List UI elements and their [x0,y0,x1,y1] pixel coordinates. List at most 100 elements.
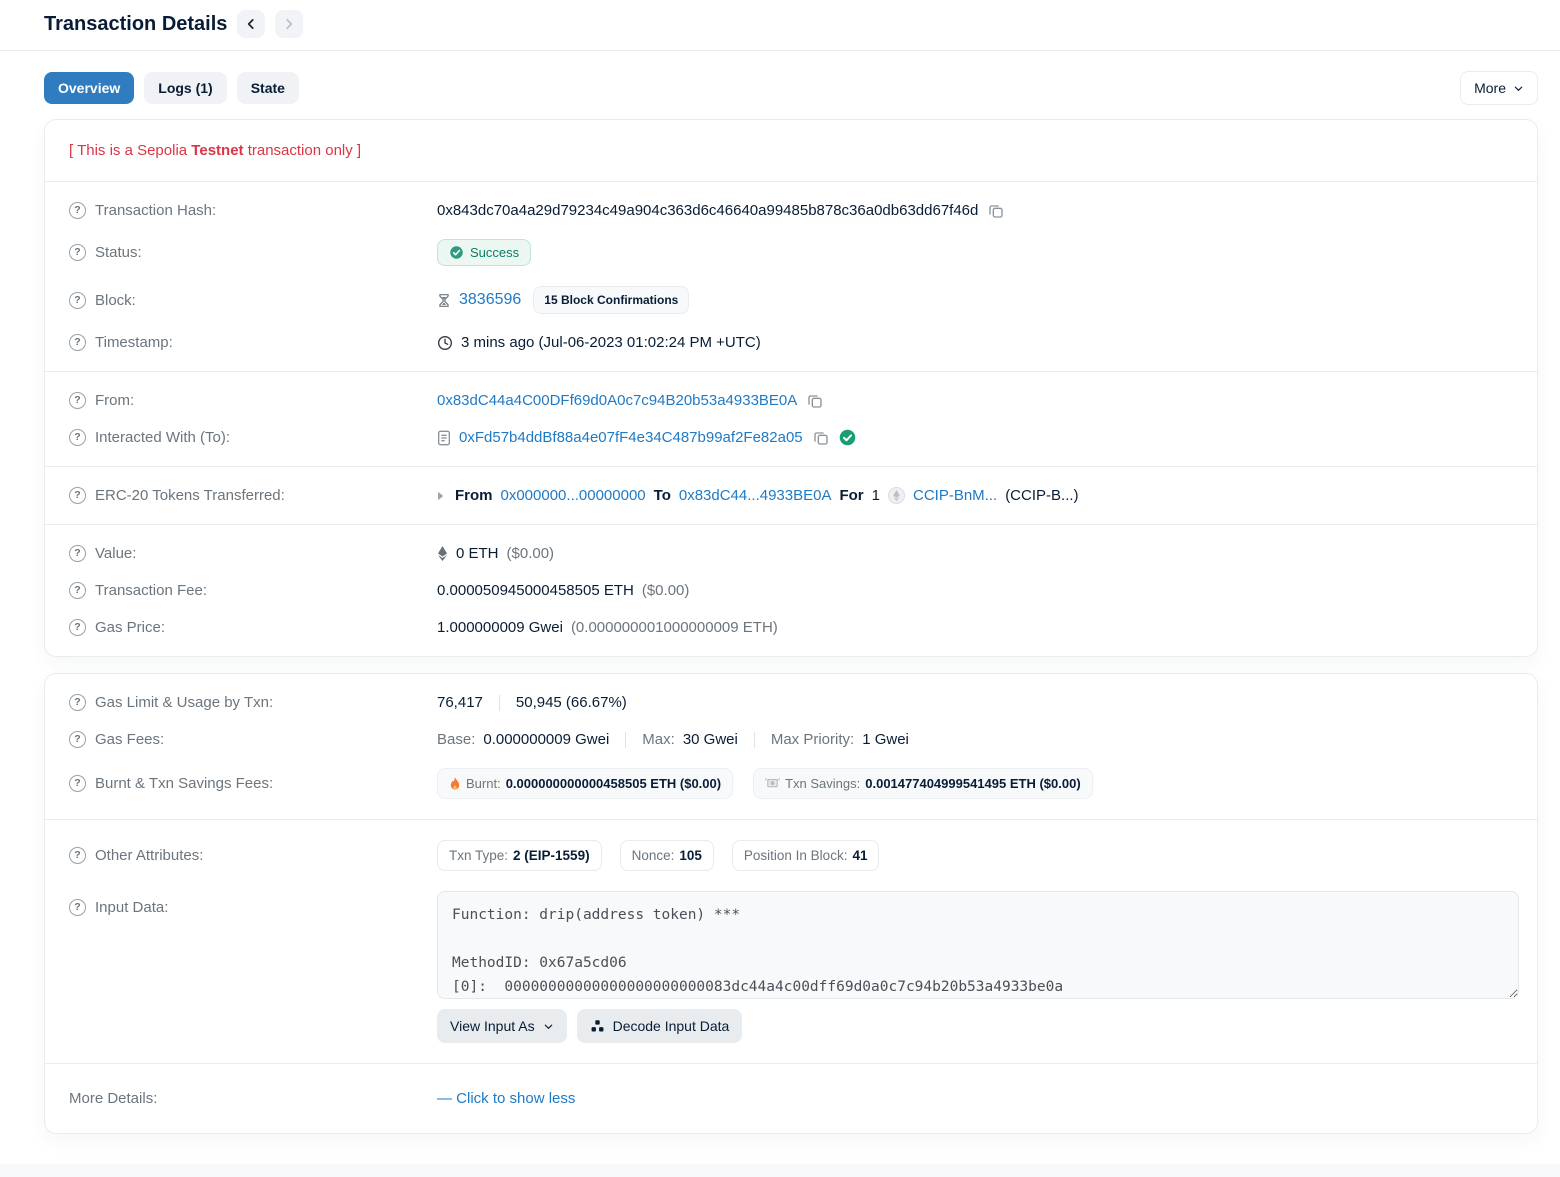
status-row: ? Status: Success [45,229,1537,276]
erc20-for-word: For [839,487,863,504]
chevron-down-icon [543,1021,554,1032]
testnet-warning-section: [ This is a Sepolia Testnet transaction … [45,120,1537,182]
tab-overview[interactable]: Overview [44,72,134,104]
erc20-transfers-row: ? ERC-20 Tokens Transferred: From 0x0000… [45,477,1537,514]
gas-limit-label-group: ? Gas Limit & Usage by Txn: [69,694,437,711]
copy-from-address-button[interactable] [805,393,825,409]
next-transaction-button[interactable] [275,10,303,38]
help-icon[interactable]: ? [69,545,86,562]
erc20-from-address-link[interactable]: 0x000000...00000000 [501,487,646,504]
help-icon[interactable]: ? [69,292,86,309]
click-to-show-less-link[interactable]: — Click to show less [437,1090,575,1107]
position-in-block-value: 41 [852,848,867,863]
input-data-label: Input Data: [95,899,168,916]
previous-transaction-button[interactable] [237,10,265,38]
interacted-with-label-group: ? Interacted With (To): [69,429,437,446]
burnt-value: 0.000000000000458505 ETH ($0.00) [506,776,721,791]
overview-card-details: ? Gas Limit & Usage by Txn: 76,417 50,94… [44,673,1538,1134]
erc20-to-address-link[interactable]: 0x83dC44...4933BE0A [679,487,832,504]
burnt-savings-value-group: Burnt: 0.000000000000458505 ETH ($0.00) … [437,768,1513,799]
timestamp-label-group: ? Timestamp: [69,334,437,351]
decode-input-data-button[interactable]: Decode Input Data [577,1009,743,1043]
more-details-label: More Details: [69,1090,157,1107]
gas-price-value-group: 1.000000009 Gwei (0.000000001000000009 E… [437,619,1513,636]
erc20-label: ERC-20 Tokens Transferred: [95,487,285,504]
copy-hash-button[interactable] [986,203,1006,219]
value-label-group: ? Value: [69,545,437,562]
transaction-fee-usd: ($0.00) [642,582,690,599]
erc20-token-name-link[interactable]: CCIP-BnM... [913,487,997,504]
value-value-group: 0 ETH ($0.00) [437,545,1513,562]
from-row: ? From: 0x83dC44a4C00DFf69d0A0c7c94B20b5… [45,382,1537,419]
help-icon[interactable]: ? [69,899,86,916]
help-icon[interactable]: ? [69,392,86,409]
status-badge: Success [437,239,531,266]
help-icon[interactable]: ? [69,619,86,636]
gas-limit-row: ? Gas Limit & Usage by Txn: 76,417 50,94… [45,684,1537,721]
other-attributes-row: ? Other Attributes: Txn Type: 2 (EIP-155… [45,830,1537,881]
other-attributes-label-group: ? Other Attributes: [69,847,437,864]
hash-status-section: ? Transaction Hash: 0x843dc70a4a29d79234… [45,182,1537,372]
status-value-group: Success [437,239,1513,266]
other-attributes-value-group: Txn Type: 2 (EIP-1559) Nonce: 105 Positi… [437,840,1513,871]
page-header: Transaction Details [44,0,1538,50]
position-in-block-label: Position In Block: [744,848,848,863]
token-icon [888,487,905,504]
gas-max-label: Max: [642,731,675,748]
page-title: Transaction Details [44,13,227,36]
txn-type-label: Txn Type: [449,848,508,863]
help-icon[interactable]: ? [69,334,86,351]
erc20-token-symbol: (CCIP-B...) [1005,487,1078,504]
decode-blocks-icon [590,1019,605,1034]
burnt-savings-label: Burnt & Txn Savings Fees: [95,775,273,792]
interacted-with-value-group: 0xFd57b4ddBf88a4e07fF4e34C487b99af2Fe82a… [437,429,1513,446]
block-number-link[interactable]: 3836596 [459,291,521,309]
clock-icon [437,335,453,351]
interacted-with-address-link[interactable]: 0xFd57b4ddBf88a4e07fF4e34C487b99af2Fe82a… [459,429,803,446]
status-label-group: ? Status: [69,244,437,261]
transaction-fee-row: ? Transaction Fee: 0.000050945000458505 … [45,572,1537,609]
value-row: ? Value: 0 ETH ($0.00) [45,535,1537,572]
txn-type-badge: Txn Type: 2 (EIP-1559) [437,840,602,871]
erc20-section: ? ERC-20 Tokens Transferred: From 0x0000… [45,467,1537,525]
copy-icon [988,203,1004,219]
flame-icon [449,777,461,791]
block-label: Block: [95,292,136,309]
help-icon[interactable]: ? [69,847,86,864]
more-dropdown-button[interactable]: More [1460,71,1538,105]
view-input-as-button[interactable]: View Input As [437,1009,567,1043]
input-data-label-group: ? Input Data: [69,891,437,916]
txn-type-value: 2 (EIP-1559) [513,848,590,863]
help-icon[interactable]: ? [69,775,86,792]
nonce-value: 105 [679,848,702,863]
gas-fees-value-group: Base: 0.000000009 Gwei Max: 30 Gwei Max … [437,731,1513,748]
contract-document-icon [437,430,451,446]
txn-savings-label: Txn Savings: [785,776,860,791]
interacted-with-row: ? Interacted With (To): 0xFd57b4ddBf88a4… [45,419,1537,456]
help-icon[interactable]: ? [69,731,86,748]
overview-card-main: [ This is a Sepolia Testnet transaction … [44,119,1538,657]
more-details-value-group: — Click to show less [437,1090,1513,1107]
tab-logs[interactable]: Logs (1) [144,72,226,104]
more-details-label-group: More Details: [69,1090,437,1107]
help-icon[interactable]: ? [69,487,86,504]
timestamp-value: 3 mins ago (Jul-06-2023 01:02:24 PM +UTC… [461,334,761,351]
help-icon[interactable]: ? [69,429,86,446]
copy-to-address-button[interactable] [811,430,831,446]
help-icon[interactable]: ? [69,244,86,261]
from-label-group: ? From: [69,392,437,409]
input-data-textarea[interactable]: Function: drip(address token) *** Method… [437,891,1519,999]
gas-max-priority-value: 1 Gwei [862,731,909,748]
help-icon[interactable]: ? [69,202,86,219]
gas-limit-value: 76,417 [437,694,483,711]
gas-usage-value: 50,945 (66.67%) [516,694,627,711]
testnet-warning: [ This is a Sepolia Testnet transaction … [69,142,361,159]
tab-state[interactable]: State [237,72,299,104]
from-address-link[interactable]: 0x83dC44a4C00DFf69d0A0c7c94B20b53a4933BE… [437,392,797,409]
erc20-transfer-item: From 0x000000...00000000 To 0x83dC44...4… [437,487,1513,504]
help-icon[interactable]: ? [69,582,86,599]
help-icon[interactable]: ? [69,694,86,711]
gas-base-label: Base: [437,731,475,748]
status-badge-text: Success [470,245,519,260]
value-label: Value: [95,545,136,562]
